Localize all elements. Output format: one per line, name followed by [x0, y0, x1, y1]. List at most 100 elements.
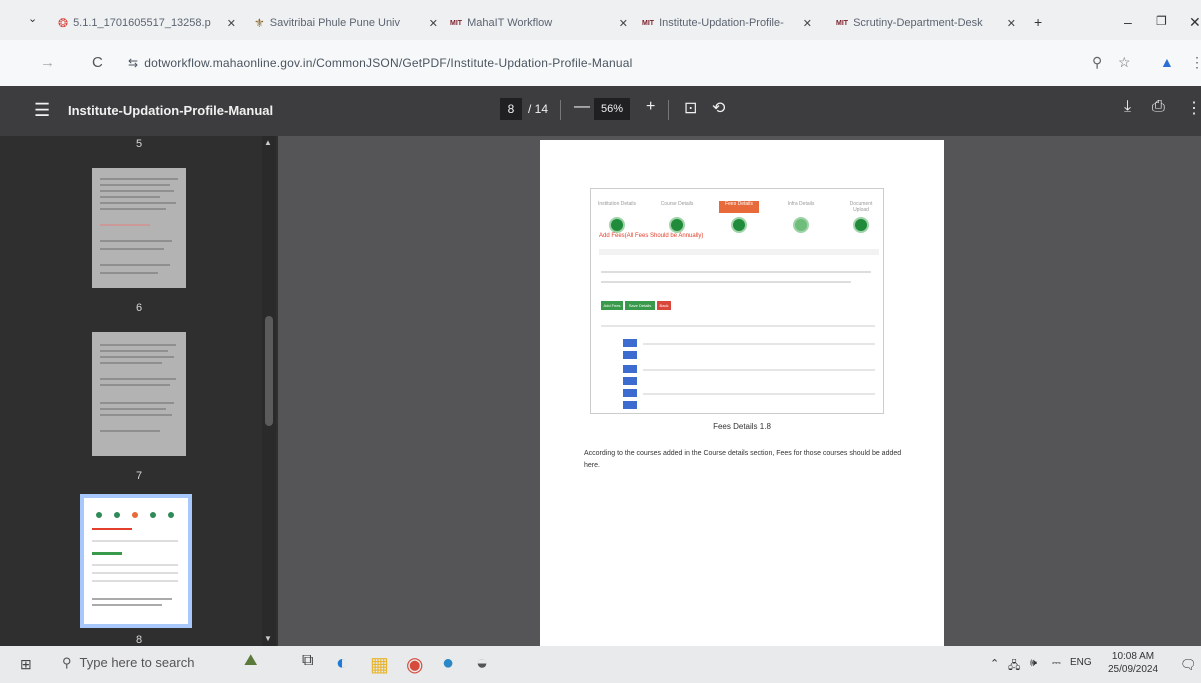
- address-bar-row: → C ⇆ dotworkflow.mahaonline.gov.in/Commo…: [0, 40, 1201, 86]
- step-course-details: Course Details: [657, 201, 697, 233]
- bookmark-star-icon[interactable]: ☆: [1118, 54, 1131, 71]
- tab-university[interactable]: ⚜ Savitribai Phule Pune Univ ✕: [254, 10, 438, 36]
- weather-widget-icon[interactable]: ⛰: [244, 652, 257, 670]
- edit-chip: [623, 339, 637, 347]
- battery-icon[interactable]: ⎓: [1052, 657, 1061, 670]
- scrollbar-thumb[interactable]: [265, 316, 273, 426]
- tab-label: Scrutiny-Department-Desk: [853, 17, 983, 29]
- menu-icon[interactable]: ☰: [34, 100, 50, 121]
- form-row: [601, 271, 871, 273]
- step-check-icon: [669, 217, 685, 233]
- tab-institute-updation[interactable]: MIT Institute-Updation-Profile- ✕: [642, 10, 812, 36]
- zoom-level-input[interactable]: 56%: [594, 98, 630, 120]
- university-icon: ⚜: [254, 16, 265, 30]
- volume-icon[interactable]: 🕪: [1030, 657, 1037, 670]
- pdf-viewer-area[interactable]: Institution Details Course Details Fees …: [278, 136, 1201, 646]
- delete-chip: [623, 351, 637, 359]
- step-fees-details: Fees Details: [719, 201, 759, 233]
- tab-pdf-file[interactable]: ❂ 5.1.1_1701605517_13258.p ✕: [58, 10, 236, 36]
- close-tab-icon[interactable]: ✕: [1007, 17, 1016, 30]
- fees-warning-text: Add Fees(All Fees Should be Annually): [599, 233, 704, 239]
- new-tab-button[interactable]: +: [1034, 14, 1042, 30]
- more-actions-icon[interactable]: ⋮: [1186, 98, 1201, 118]
- search-icon: ⚲: [62, 655, 72, 670]
- tab-label: Institute-Updation-Profile-: [659, 17, 784, 29]
- rotate-icon[interactable]: ⟲: [712, 98, 725, 118]
- edge-browser-icon[interactable]: ◐: [336, 652, 348, 675]
- tab-label: MahaIT Workflow: [467, 17, 553, 29]
- download-icon[interactable]: ⤓: [1124, 98, 1131, 116]
- delete-chip: [623, 377, 637, 385]
- close-tab-icon[interactable]: ✕: [619, 17, 628, 30]
- search-placeholder: Type here to search: [79, 655, 195, 670]
- profile-icon[interactable]: ▲: [1160, 54, 1174, 70]
- page-thumbnail-7[interactable]: [92, 332, 186, 456]
- chrome-browser-icon[interactable]: ◉: [406, 652, 423, 677]
- step-check-icon: [793, 217, 809, 233]
- mahait-icon: MIT: [450, 19, 463, 27]
- page-total: / 14: [528, 102, 549, 116]
- step-infra-details: Infra Details: [781, 201, 821, 233]
- toolbar-divider: [668, 100, 669, 120]
- page-thumbnail-8-selected[interactable]: [80, 494, 192, 628]
- url-field[interactable]: ⇆ dotworkflow.mahaonline.gov.in/CommonJSO…: [128, 56, 632, 70]
- tab-mahait-workflow[interactable]: MIT MahaIT Workflow ✕: [450, 10, 628, 36]
- reload-icon[interactable]: C: [92, 54, 103, 71]
- tab-label: 5.1.1_1701605517_13258.p: [73, 17, 211, 29]
- file-explorer-icon[interactable]: ▦: [370, 652, 389, 677]
- system-clock[interactable]: 10:08 AM 25/09/2024: [1108, 650, 1158, 676]
- pdf-icon: ❂: [58, 16, 69, 30]
- table-header-row: [601, 325, 875, 327]
- clock-date: 25/09/2024: [1108, 664, 1159, 675]
- thumbnail-label: 8: [135, 634, 143, 646]
- zoom-in-button[interactable]: +: [646, 98, 655, 116]
- page-thumbnail-6[interactable]: [92, 168, 186, 288]
- delete-chip: [623, 401, 637, 409]
- add-fees-button: Add Fees: [601, 301, 623, 310]
- step-check-icon: [731, 217, 747, 233]
- tab-label: Savitribai Phule Pune Univ: [269, 17, 401, 29]
- url-text: dotworkflow.mahaonline.gov.in/CommonJSON…: [144, 56, 633, 70]
- step-check-icon: [609, 217, 625, 233]
- notifications-icon[interactable]: 🗨: [1180, 657, 1197, 673]
- browser-menu-icon[interactable]: ⋮: [1190, 54, 1201, 71]
- fees-details-screenshot: Institution Details Course Details Fees …: [590, 188, 884, 414]
- step-label: Infra Details: [787, 201, 815, 207]
- close-tab-icon[interactable]: ✕: [429, 17, 438, 30]
- scroll-down-icon[interactable]: ▼: [264, 634, 272, 643]
- taskbar-search-box[interactable]: ⚲ Type here to search: [62, 655, 194, 671]
- photos-app-icon[interactable]: ◒: [476, 652, 488, 675]
- fit-page-icon[interactable]: ⊡: [684, 98, 697, 118]
- step-label: Institution Details: [597, 201, 637, 207]
- thumbnail-sidebar: 5 6 7 8 ▲ ▼: [0, 136, 278, 646]
- tab-search-chevron-icon[interactable]: ⌄: [28, 12, 37, 25]
- close-window-button[interactable]: ✕: [1189, 14, 1201, 31]
- minimize-button[interactable]: –: [1124, 14, 1132, 30]
- back-button: Back: [657, 301, 671, 310]
- zoom-magnifier-icon[interactable]: ⚲: [1092, 54, 1102, 71]
- page-number-input[interactable]: 8: [500, 98, 522, 120]
- windows-start-icon[interactable]: ⊞: [20, 656, 32, 673]
- restore-button[interactable]: ❐: [1156, 14, 1167, 28]
- close-tab-icon[interactable]: ✕: [227, 17, 236, 30]
- step-check-icon: [853, 217, 869, 233]
- save-details-button: Save Details: [625, 301, 655, 310]
- forward-icon[interactable]: →: [40, 54, 55, 71]
- thumbnail-scrollbar[interactable]: ▲ ▼: [262, 136, 276, 646]
- tab-scrutiny-desk[interactable]: MIT Scrutiny-Department-Desk ✕: [836, 10, 1016, 36]
- table-row: [643, 393, 875, 395]
- scroll-up-icon[interactable]: ▲: [264, 138, 272, 147]
- language-indicator[interactable]: ENG: [1070, 657, 1092, 668]
- zoom-out-button[interactable]: —: [574, 98, 590, 116]
- task-view-icon[interactable]: ⧉: [302, 652, 313, 670]
- app-icon[interactable]: ●: [442, 652, 454, 675]
- show-hidden-icons-icon[interactable]: ⌃: [990, 657, 999, 670]
- close-tab-icon[interactable]: ✕: [803, 17, 812, 30]
- network-icon[interactable]: 🖧: [1008, 657, 1020, 676]
- browser-tab-strip: ⌄ ❂ 5.1.1_1701605517_13258.p ✕ ⚜ Savitri…: [0, 0, 1201, 40]
- thumbnail-label: 5: [135, 138, 143, 150]
- site-info-icon[interactable]: ⇆: [128, 56, 138, 70]
- print-icon[interactable]: ⎙: [1152, 98, 1165, 116]
- step-label: Document Upload: [849, 201, 873, 213]
- faded-header-bar: [599, 249, 879, 255]
